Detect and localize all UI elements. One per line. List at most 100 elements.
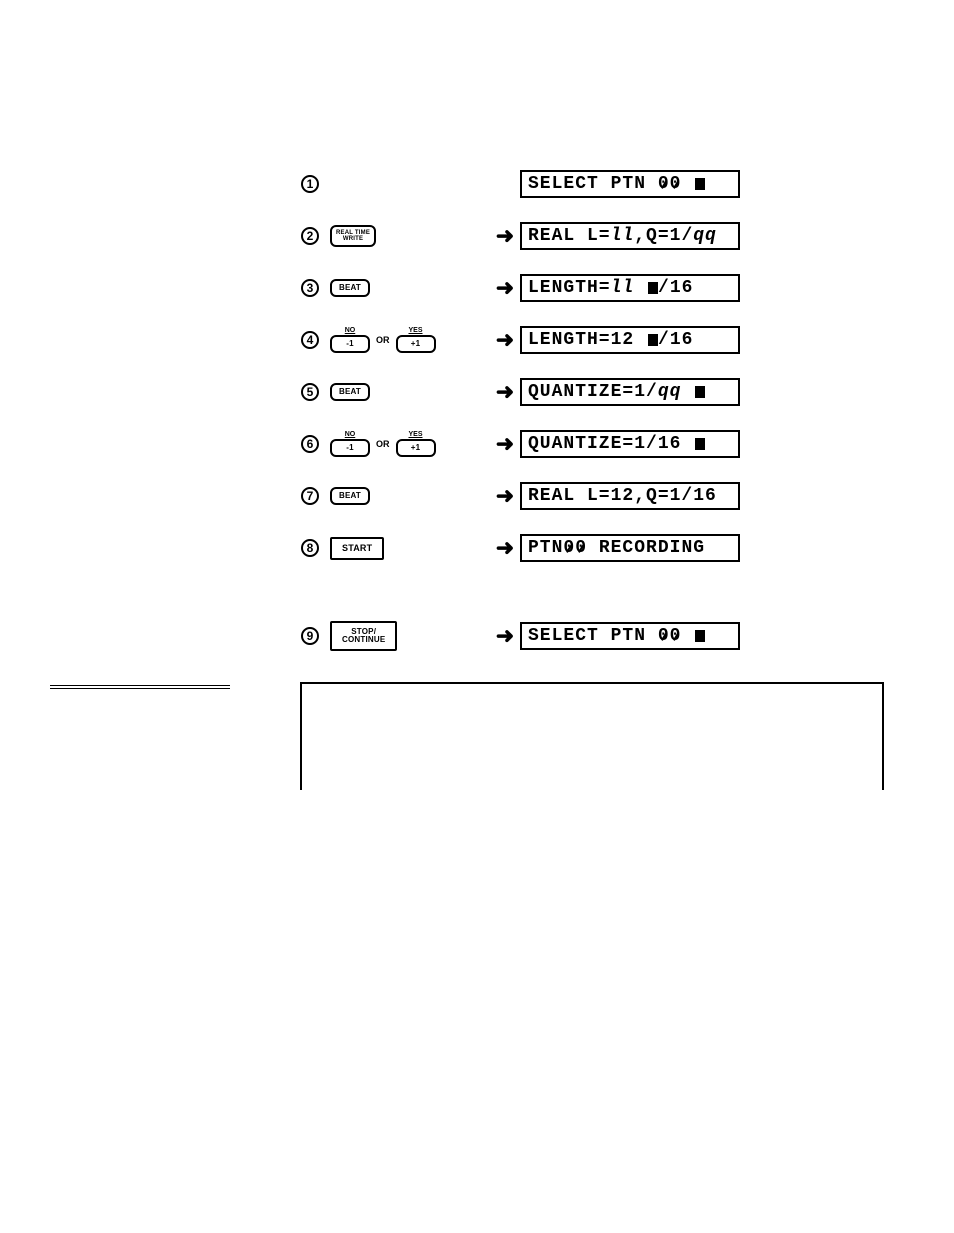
- lcd-text: 0: [658, 174, 670, 194]
- step-number: 2: [300, 226, 324, 246]
- lcd-display: REAL L=12,Q=1/16: [520, 482, 740, 510]
- start-button[interactable]: START: [330, 537, 384, 560]
- svg-text:9: 9: [307, 629, 314, 643]
- stop-continue-button[interactable]: STOP/CONTINUE: [330, 621, 397, 651]
- lcd-text: SELECT PTN: [528, 626, 658, 646]
- lcd-text: QUANTIZE=1/16: [528, 434, 693, 454]
- step-buttons: REAL TIMEWRITE: [324, 225, 490, 247]
- lcd-display: LENGTH=ll /16: [520, 274, 740, 302]
- cursor-block: [695, 630, 705, 642]
- step-buttons: NO-1 OR YES+1: [324, 327, 490, 353]
- yes-plus-button[interactable]: YES+1: [396, 327, 436, 353]
- step-number: 8: [300, 538, 324, 558]
- step-row: 5BEAT➜QUANTIZE=1/qq: [300, 366, 740, 418]
- button-top-label: YES: [408, 431, 422, 438]
- lcd-text: 0: [670, 174, 682, 194]
- beat-button[interactable]: BEAT: [330, 383, 370, 401]
- lcd-text: qq: [658, 382, 682, 402]
- step-row: 7 BEAT ➜REAL L=12,Q=1/16: [300, 470, 740, 522]
- svg-text:7: 7: [307, 489, 314, 503]
- arrow-icon: ➜: [490, 485, 520, 507]
- step-row: 6 NO-1 OR YES+1 ➜ QUANTIZE=1/16: [300, 418, 740, 470]
- no-minus-button[interactable]: NO-1: [330, 327, 370, 353]
- lcd-text: REAL L=: [528, 226, 611, 246]
- lcd-display: QUANTIZE=1/qq: [520, 378, 740, 406]
- arrow-icon: ➜: [490, 625, 520, 647]
- step-row: 4NO-1ORYES+1➜LENGTH=12 /16: [300, 314, 740, 366]
- cursor-block: [648, 282, 658, 294]
- beat-button[interactable]: BEAT: [330, 279, 370, 297]
- lcd-text: [634, 278, 646, 298]
- cursor-block: [695, 386, 705, 398]
- svg-text:8: 8: [307, 541, 314, 555]
- step-buttons: STOP/CONTINUE: [324, 621, 490, 651]
- lcd-text: qq: [693, 226, 717, 246]
- step-number: 5: [300, 382, 324, 402]
- lcd-text: 0: [575, 538, 587, 558]
- lcd-text: 0: [658, 626, 670, 646]
- lcd-display: QUANTIZE=1/16: [520, 430, 740, 458]
- horizontal-rule: [50, 685, 230, 689]
- lcd-text: LENGTH=: [528, 278, 611, 298]
- lcd-display: SELECT PTN 00: [520, 170, 740, 198]
- lcd-text: QUANTIZE=1/: [528, 382, 658, 402]
- or-label: OR: [376, 439, 390, 449]
- or-label: OR: [376, 335, 390, 345]
- arrow-icon: ➜: [490, 225, 520, 247]
- lcd-display: SELECT PTN 00: [520, 622, 740, 650]
- lcd-display: LENGTH=12 /16: [520, 326, 740, 354]
- arrow-icon: ➜: [490, 537, 520, 559]
- svg-text:4: 4: [307, 333, 314, 347]
- step-number: 6: [300, 434, 324, 454]
- arrow-icon: ➜: [490, 381, 520, 403]
- button-top-label: YES: [408, 327, 422, 334]
- lcd-text: RECORDING: [587, 538, 705, 558]
- svg-text:6: 6: [307, 437, 314, 451]
- no-minus-button[interactable]: NO-1: [330, 431, 370, 457]
- lcd-text: /16: [658, 278, 693, 298]
- lcd-display: PTN00 RECORDING: [520, 534, 740, 562]
- lcd-text: [681, 174, 693, 194]
- lcd-text: 0: [563, 538, 575, 558]
- step-number: 7: [300, 486, 324, 506]
- real-time-write-button[interactable]: REAL TIMEWRITE: [330, 225, 376, 247]
- lcd-text: /16: [658, 330, 693, 350]
- lcd-text: ll: [611, 278, 635, 298]
- arrow-icon: ➜: [490, 277, 520, 299]
- step-row: 9 STOP/CONTINUE ➜SELECT PTN 00: [300, 610, 740, 662]
- button-body: -1: [330, 335, 370, 353]
- step-row: 8START➜PTN00 RECORDING: [300, 522, 740, 574]
- cursor-block: [648, 334, 658, 346]
- lcd-display: REAL L=ll,Q=1/qq: [520, 222, 740, 250]
- step-number: 9: [300, 626, 324, 646]
- step-row: 2REAL TIMEWRITE➜REAL L=ll,Q=1/qq: [300, 210, 740, 262]
- lcd-text: PTN: [528, 538, 563, 558]
- lcd-text: ll: [611, 226, 635, 246]
- yes-plus-button[interactable]: YES+1: [396, 431, 436, 457]
- svg-text:2: 2: [307, 229, 314, 243]
- cursor-block: [695, 178, 705, 190]
- step-buttons: START: [324, 537, 490, 560]
- step-number: 4: [300, 330, 324, 350]
- step-row: 1 SELECT PTN 00: [300, 158, 740, 210]
- button-top-label: NO: [345, 431, 356, 438]
- lcd-text: LENGTH=12: [528, 330, 646, 350]
- arrow-icon: ➜: [490, 433, 520, 455]
- row-gap: [300, 574, 740, 610]
- cursor-block: [695, 438, 705, 450]
- note-frame: [300, 682, 884, 790]
- steps-diagram: 1SELECT PTN 00 2REAL TIMEWRITE➜REAL L=ll…: [300, 158, 740, 662]
- page: 1SELECT PTN 00 2REAL TIMEWRITE➜REAL L=ll…: [0, 0, 954, 1233]
- button-body: +1: [396, 439, 436, 457]
- step-row: 3BEAT➜LENGTH=ll /16: [300, 262, 740, 314]
- step-buttons: BEAT: [324, 279, 490, 297]
- lcd-text: ,Q=1/: [634, 226, 693, 246]
- beat-button[interactable]: BEAT: [330, 487, 370, 505]
- button-body: +1: [396, 335, 436, 353]
- button-top-label: NO: [345, 327, 356, 334]
- step-buttons: BEAT: [324, 383, 490, 401]
- step-buttons: BEAT: [324, 487, 490, 505]
- svg-text:1: 1: [307, 177, 314, 191]
- arrow-icon: ➜: [490, 329, 520, 351]
- step-number: 3: [300, 278, 324, 298]
